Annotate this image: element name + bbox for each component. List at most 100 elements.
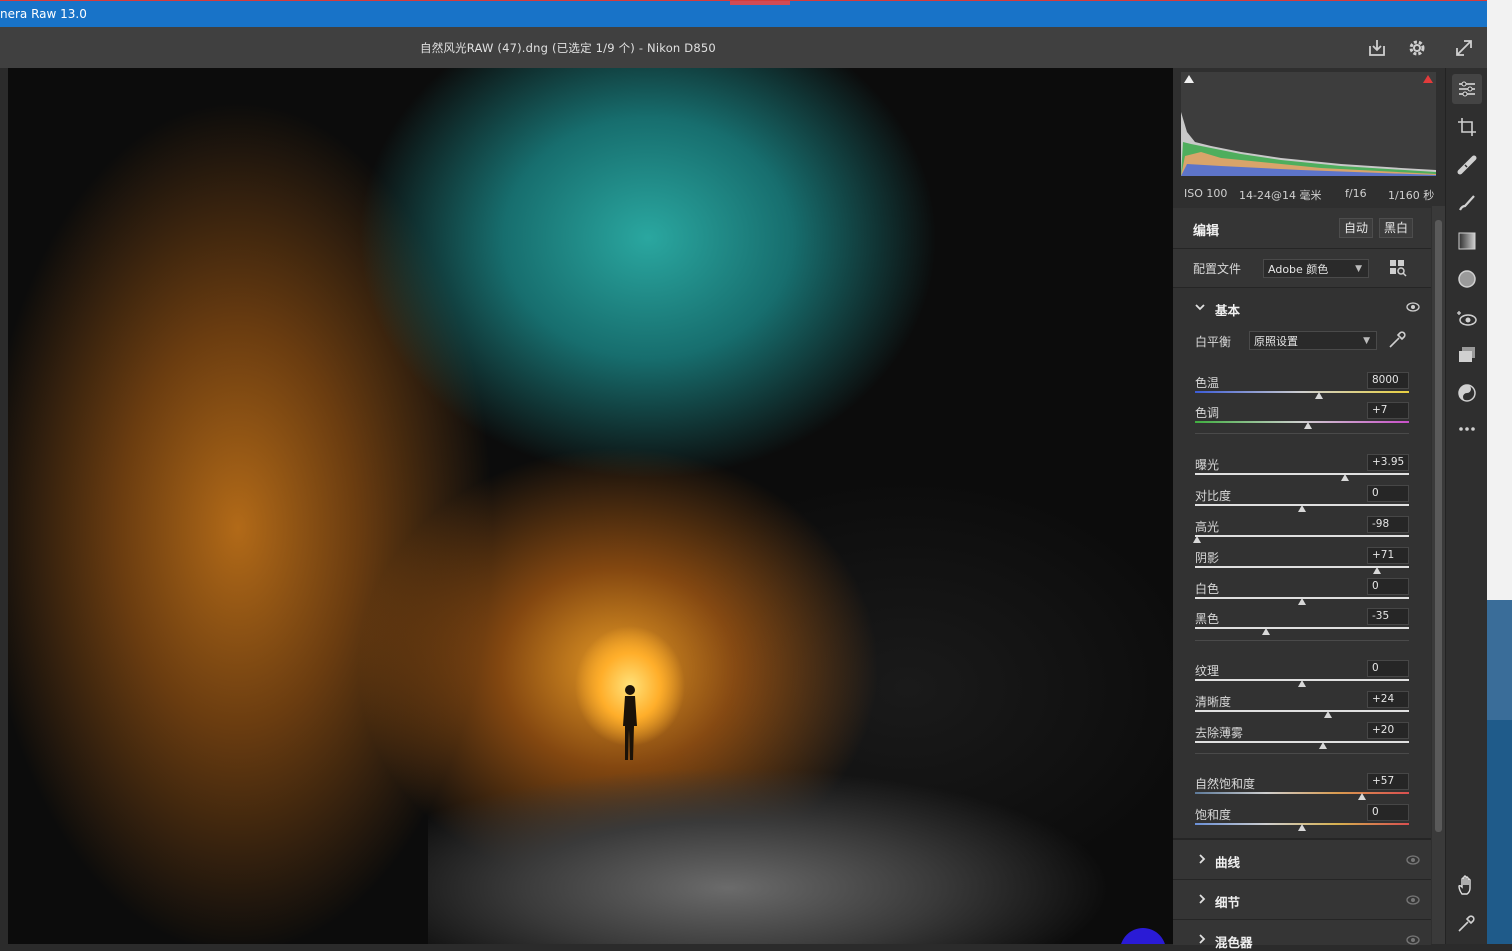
- slider-track[interactable]: [1195, 741, 1409, 743]
- detail-title: 细节: [1215, 895, 1241, 910]
- photo-person-silhouette: [623, 685, 637, 760]
- curve-section[interactable]: 曲线: [1173, 839, 1431, 879]
- photo-canvas[interactable]: [8, 68, 1173, 944]
- slider-label: 纹理: [1195, 664, 1220, 678]
- slider-thumb[interactable]: [1357, 793, 1366, 800]
- hand-icon[interactable]: [1456, 874, 1478, 896]
- fullscreen-icon[interactable]: [1453, 37, 1475, 59]
- slider-thumb[interactable]: [1319, 742, 1328, 749]
- slider-label: 清晰度: [1195, 695, 1232, 709]
- healing-brush-icon[interactable]: [1456, 154, 1478, 176]
- wb-select[interactable]: 原照设置 ▼: [1249, 331, 1377, 350]
- meta-shutter: 1/160 秒: [1388, 189, 1435, 202]
- slider-value-input[interactable]: +7: [1367, 402, 1409, 419]
- save-icon[interactable]: [1366, 37, 1388, 59]
- shadow-clipping-icon[interactable]: [1183, 74, 1195, 84]
- slider-value-input[interactable]: 0: [1367, 578, 1409, 595]
- slider-thumb[interactable]: [1193, 536, 1202, 543]
- app-title: nera Raw 13.0: [0, 7, 87, 21]
- panel-scrollbar-thumb[interactable]: [1435, 220, 1442, 832]
- camera-meta: ISO 100 14-24@14 毫米 f/16 1/160 秒: [1173, 182, 1445, 206]
- edit-title: 编辑: [1193, 224, 1220, 239]
- bw-button[interactable]: 黑白: [1379, 218, 1414, 238]
- presets-icon[interactable]: [1456, 382, 1478, 404]
- slider-track[interactable]: [1195, 421, 1409, 423]
- meta-aperture: f/16: [1345, 187, 1367, 200]
- slider-thumb[interactable]: [1261, 628, 1270, 635]
- slider-thumb[interactable]: [1298, 824, 1306, 831]
- slider-track[interactable]: [1195, 473, 1409, 475]
- slider-track[interactable]: [1195, 535, 1409, 537]
- mixer-section[interactable]: 混色器: [1173, 919, 1431, 950]
- radial-filter-icon[interactable]: [1456, 268, 1478, 290]
- edit-panel: ISO 100 14-24@14 毫米 f/16 1/160 秒 编辑 自动 黑…: [1173, 68, 1445, 950]
- slider-thumb[interactable]: [1340, 474, 1349, 481]
- slider-row: 白色 0: [1173, 574, 1431, 605]
- chevron-down-icon[interactable]: [1193, 300, 1207, 314]
- color-sampler-icon[interactable]: [1456, 912, 1478, 934]
- chevron-right-icon: [1199, 854, 1206, 864]
- slider-value-input[interactable]: 0: [1367, 485, 1409, 502]
- slider-value-input[interactable]: 0: [1367, 660, 1409, 677]
- eye-icon[interactable]: [1406, 855, 1420, 865]
- slider-value-input[interactable]: +57: [1367, 773, 1409, 790]
- chevron-right-icon: [1199, 894, 1206, 904]
- slider-value-input[interactable]: 8000: [1367, 372, 1409, 389]
- slider-row: 去除薄雾 +20: [1173, 718, 1431, 749]
- slider-track[interactable]: [1195, 792, 1409, 794]
- basic-section: 基本 白平衡 原照设置 ▼ 色温 8000 色调 +7 曝光 +3.95 对比度 0 高光 -98…: [1173, 288, 1431, 839]
- titlebar-accent: [730, 1, 790, 5]
- slider-track[interactable]: [1195, 627, 1409, 629]
- profile-section: 配置文件 Adobe 颜色 ▼: [1173, 249, 1431, 288]
- slider-row: 高光 -98: [1173, 512, 1431, 543]
- meta-iso: ISO 100: [1184, 187, 1228, 200]
- eye-icon[interactable]: [1406, 895, 1420, 905]
- snapshots-icon[interactable]: [1456, 344, 1478, 366]
- eyedropper-icon[interactable]: [1387, 330, 1407, 350]
- slider-value-input[interactable]: +20: [1367, 722, 1409, 739]
- slider-value-input[interactable]: -35: [1367, 608, 1409, 625]
- slider-label: 白色: [1195, 582, 1220, 596]
- profile-browser-icon[interactable]: [1389, 259, 1407, 277]
- slider-thumb[interactable]: [1298, 505, 1306, 512]
- adjustment-brush-icon[interactable]: [1456, 192, 1478, 214]
- slider-label: 曝光: [1195, 458, 1220, 472]
- slider-value-input[interactable]: 0: [1367, 804, 1409, 821]
- auto-button[interactable]: 自动: [1339, 218, 1374, 238]
- file-title: 自然风光RAW (47).dng (已选定 1/9 个) - Nikon D85…: [420, 41, 716, 55]
- slider-track[interactable]: [1195, 391, 1409, 393]
- slider-value-input[interactable]: +71: [1367, 547, 1409, 564]
- mixer-title: 混色器: [1215, 935, 1253, 950]
- slider-label: 阴影: [1195, 551, 1220, 565]
- profile-select-value: Adobe 颜色: [1268, 263, 1329, 276]
- slider-value-input[interactable]: -98: [1367, 516, 1409, 533]
- slider-label: 对比度: [1195, 489, 1232, 503]
- slider-row: 清晰度 +24: [1173, 687, 1431, 718]
- edit-header: 编辑 自动 黑白: [1173, 208, 1431, 249]
- slider-thumb[interactable]: [1372, 567, 1381, 574]
- gear-icon[interactable]: [1406, 37, 1428, 59]
- slider-thumb[interactable]: [1304, 422, 1313, 429]
- slider-row: 黑色 -35: [1173, 604, 1431, 635]
- slider-track[interactable]: [1195, 710, 1409, 712]
- slider-thumb[interactable]: [1298, 680, 1306, 687]
- slider-value-input[interactable]: +3.95: [1367, 454, 1409, 471]
- eye-icon[interactable]: [1406, 302, 1420, 312]
- detail-section[interactable]: 细节: [1173, 879, 1431, 919]
- slider-label: 饱和度: [1195, 808, 1232, 822]
- window-titlebar: nera Raw 13.0: [0, 0, 1487, 27]
- graduated-filter-icon[interactable]: [1456, 230, 1478, 252]
- tool-strip: [1445, 68, 1488, 944]
- slider-row: 对比度 0: [1173, 481, 1431, 512]
- edit-sliders-icon[interactable]: [1456, 78, 1478, 100]
- highlight-clipping-icon[interactable]: [1422, 74, 1434, 84]
- slider-thumb[interactable]: [1323, 711, 1332, 718]
- slider-value-input[interactable]: +24: [1367, 691, 1409, 708]
- slider-label: 去除薄雾: [1195, 726, 1244, 740]
- more-icon[interactable]: [1456, 418, 1478, 440]
- crop-icon[interactable]: [1456, 116, 1478, 138]
- red-eye-icon[interactable]: [1456, 308, 1478, 330]
- slider-row: 阴影 +71: [1173, 543, 1431, 574]
- profile-select[interactable]: Adobe 颜色 ▼: [1263, 259, 1369, 278]
- wb-select-value: 原照设置: [1254, 335, 1298, 348]
